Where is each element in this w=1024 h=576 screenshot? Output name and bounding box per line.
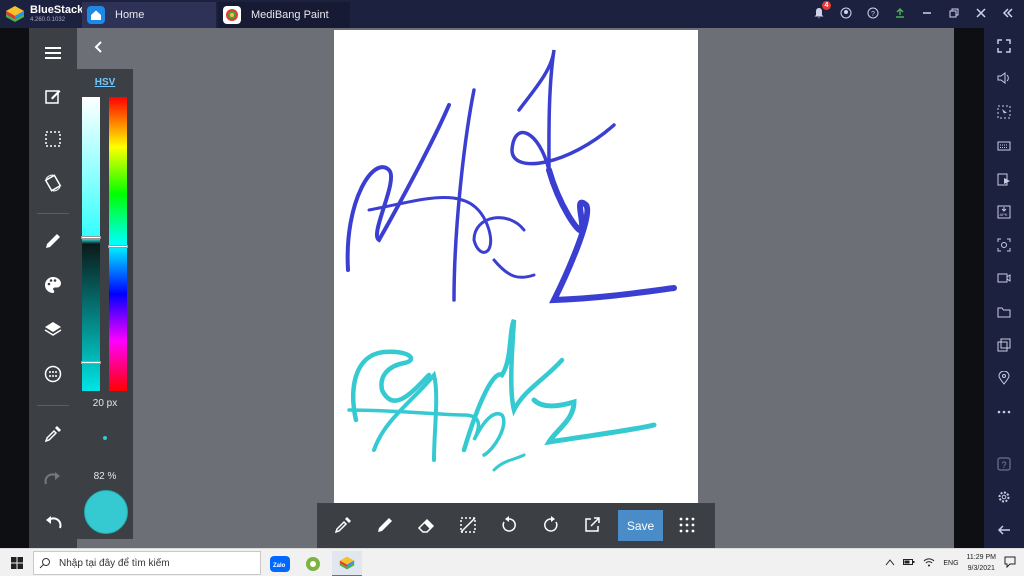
bluestacks-app-icon[interactable] (332, 551, 362, 576)
tab-home[interactable]: Home (82, 2, 216, 28)
collapse-icon[interactable] (1000, 5, 1016, 21)
settings-icon[interactable] (996, 489, 1012, 505)
toolbar-divider (37, 405, 69, 406)
update-icon[interactable] (892, 5, 908, 21)
selection-icon[interactable] (43, 129, 63, 149)
rotate-right-icon[interactable] (541, 515, 561, 535)
more-icon[interactable] (996, 404, 1012, 420)
restore-icon[interactable] (946, 5, 962, 21)
opacity-label: 82 % (93, 471, 117, 482)
medibang-icon (223, 6, 241, 24)
drawing-canvas[interactable] (334, 30, 698, 506)
toolbar-divider (37, 213, 69, 214)
deselect-icon[interactable] (458, 515, 478, 535)
layers-icon[interactable] (43, 319, 63, 339)
edit-icon[interactable] (43, 86, 63, 106)
apk-install-icon[interactable]: APK (996, 204, 1012, 220)
notification-center-icon[interactable] (1004, 556, 1016, 570)
screenshot-icon[interactable] (996, 237, 1012, 253)
right-gutter (954, 28, 984, 548)
hue-slider[interactable] (108, 97, 128, 391)
search-icon (39, 558, 50, 569)
location-icon[interactable] (996, 370, 1012, 386)
windows-start-icon[interactable] (11, 557, 23, 569)
clock-date: 9/3/2021 (967, 565, 995, 572)
svg-text:APK: APK (1000, 212, 1008, 217)
close-icon[interactable] (973, 5, 989, 21)
folder-icon[interactable] (996, 304, 1012, 320)
minimize-icon[interactable] (919, 5, 935, 21)
rotate-left-icon[interactable] (499, 515, 519, 535)
tab-medibang[interactable]: MediBang Paint (218, 2, 350, 28)
keyboard-icon[interactable] (996, 138, 1012, 154)
clock-time: 11:29 PM (966, 554, 996, 561)
export-icon[interactable] (582, 515, 602, 535)
wifi-icon[interactable] (923, 557, 935, 569)
current-color-swatch[interactable] (84, 490, 128, 534)
tab-medibang-label: MediBang Paint (251, 9, 329, 21)
help-icon[interactable]: ? (996, 456, 1012, 472)
eyedropper-icon[interactable] (43, 424, 63, 444)
value-handle[interactable] (81, 361, 101, 364)
hsv-mode-link[interactable]: HSV (77, 77, 133, 88)
system-clock[interactable]: 11:29 PM 9/3/2021 (967, 552, 996, 574)
color-panel: HSV 20 px 82 % (77, 69, 133, 539)
material-icon[interactable] (43, 364, 63, 384)
taskbar-search[interactable]: Nhập tại đây để tìm kiếm (33, 551, 261, 575)
multi-instance-icon[interactable] (996, 337, 1012, 353)
bottom-toolbar: Save (317, 503, 715, 548)
save-button[interactable]: Save (618, 510, 663, 541)
blue-signature (345, 49, 677, 304)
search-placeholder: Nhập tại đây để tìm kiếm (59, 557, 170, 569)
back-icon[interactable] (996, 522, 1012, 538)
canvas-strokes (345, 49, 677, 472)
notification-count: 4 (822, 1, 831, 10)
tab-home-label: Home (115, 9, 145, 21)
fullscreen-icon[interactable] (996, 38, 1012, 54)
volume-icon[interactable] (996, 70, 1012, 86)
redo-icon[interactable] (43, 469, 63, 489)
brush-size-preview (103, 436, 107, 440)
language-indicator[interactable]: ENG (943, 560, 958, 567)
zalo-app-icon[interactable]: Zalo (265, 551, 295, 576)
bluestacks-logo (6, 6, 24, 22)
chevron-left-icon[interactable] (92, 40, 106, 54)
windows-taskbar: Nhập tại đây để tìm kiếm Zalo ENG 11:29 … (0, 548, 1024, 576)
eraser-icon[interactable] (416, 515, 436, 535)
account-icon[interactable] (838, 5, 854, 21)
bell-icon[interactable]: 4 (811, 1, 831, 21)
menu-icon[interactable] (43, 43, 63, 63)
medibang-app: HSV 20 px 82 % Save (29, 28, 954, 548)
home-icon (87, 6, 105, 24)
pen-icon[interactable] (43, 231, 63, 251)
bluestacks-sidebar: APK ? (984, 28, 1024, 548)
rotate-canvas-icon[interactable] (43, 173, 63, 193)
saturation-handle[interactable] (81, 236, 101, 239)
grid-icon[interactable] (677, 515, 697, 535)
help-icon[interactable]: ? (865, 5, 881, 21)
battery-icon[interactable] (903, 558, 915, 568)
media-icon[interactable] (996, 171, 1012, 187)
svg-text:?: ? (871, 11, 875, 18)
pen-icon[interactable] (375, 515, 395, 535)
eyedropper-icon[interactable] (333, 515, 353, 535)
left-gutter (0, 28, 29, 576)
cursor-icon[interactable] (996, 104, 1012, 120)
bluestacks-name: BlueStacks (30, 4, 90, 16)
brush-size-label: 20 px (92, 398, 118, 409)
cyan-signature (347, 318, 657, 472)
undo-icon[interactable] (43, 513, 63, 533)
chevron-up-icon[interactable] (885, 558, 895, 568)
video-icon[interactable] (996, 270, 1012, 286)
svg-text:?: ? (1002, 460, 1007, 470)
hue-handle[interactable] (108, 245, 128, 248)
palette-icon[interactable] (43, 275, 63, 295)
left-toolbar (29, 28, 77, 548)
bluestacks-titlebar: BlueStacks 4.260.0.1032 Home MediBang Pa… (0, 0, 1024, 28)
bluestacks-version: 4.260.0.1032 (30, 17, 66, 23)
svg-text:Zalo: Zalo (273, 563, 286, 569)
browser-app-icon[interactable] (298, 551, 328, 576)
saturation-value-slider[interactable] (81, 97, 101, 391)
